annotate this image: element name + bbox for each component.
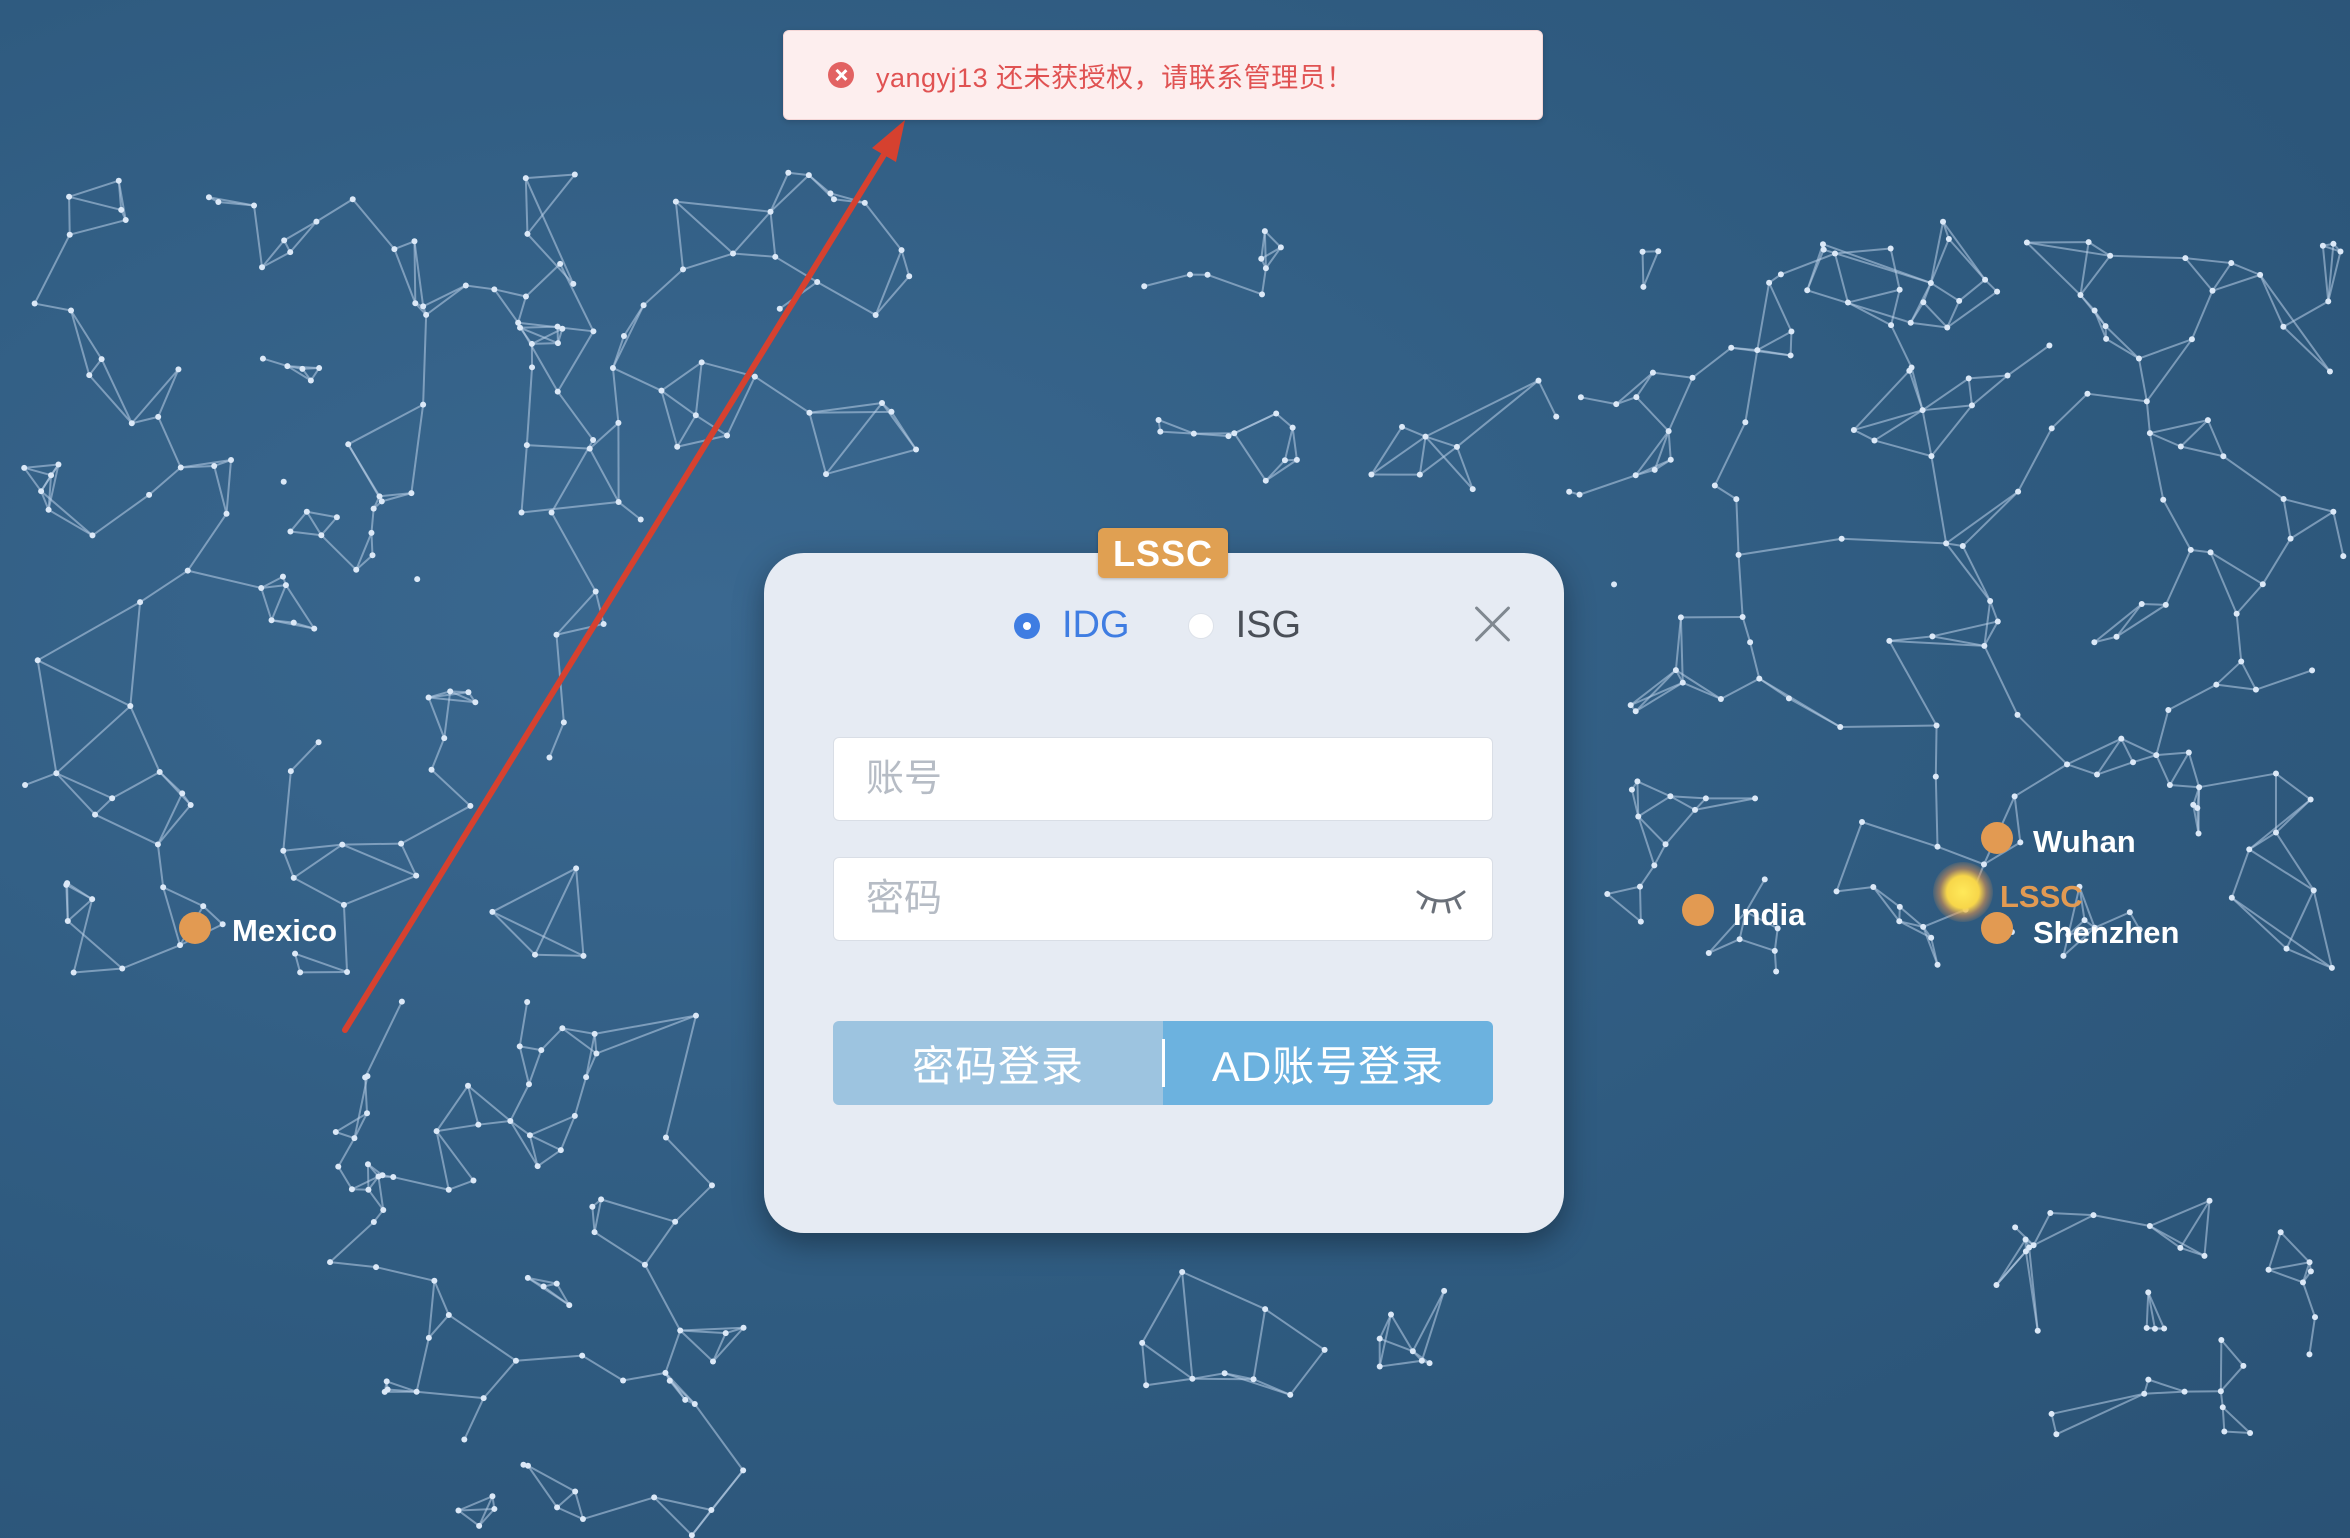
- org-radio-group: IDG ISG: [1014, 604, 1359, 647]
- map-marker-india: [1682, 894, 1714, 926]
- login-button-group: 密码登录 AD账号登录: [833, 1021, 1493, 1105]
- password-field: [833, 857, 1493, 941]
- ad-login-button[interactable]: AD账号登录: [1163, 1021, 1493, 1105]
- radio-label-idg[interactable]: IDG: [1062, 604, 1130, 647]
- radio-option-idg[interactable]: IDG: [1014, 604, 1130, 647]
- error-circle-icon: [828, 62, 854, 88]
- account-field: [833, 737, 1493, 821]
- radio-label-isg[interactable]: ISG: [1236, 604, 1301, 647]
- close-button[interactable]: [1470, 600, 1514, 644]
- error-toast: yangyj13 还未获授权，请联系管理员！: [783, 30, 1543, 120]
- map-marker-wuhan: [1981, 822, 2013, 854]
- radio-selected-icon[interactable]: [1014, 612, 1040, 639]
- radio-unselected-icon[interactable]: [1187, 612, 1214, 639]
- map-label-mexico: Mexico: [232, 913, 338, 948]
- map-label-wuhan: Wuhan: [2033, 824, 2136, 859]
- map-label-shenzhen: Shenzhen: [2033, 915, 2180, 950]
- account-input[interactable]: [864, 756, 1492, 802]
- eye-closed-icon[interactable]: [1414, 884, 1468, 914]
- map-marker-mexico: [179, 912, 211, 944]
- brand-badge: LSSC: [1098, 528, 1228, 578]
- button-divider: [1162, 1039, 1165, 1087]
- password-login-button[interactable]: 密码登录: [833, 1021, 1163, 1105]
- map-marker-lssc: [1933, 862, 1993, 922]
- map-label-india: India: [1733, 897, 1806, 932]
- map-label-lssc: LSSC: [2000, 879, 2083, 914]
- error-toast-message: yangyj13 还未获授权，请联系管理员！: [876, 62, 1354, 93]
- password-input[interactable]: [864, 876, 1414, 922]
- map-marker-shenzhen: [1981, 912, 2013, 944]
- radio-option-isg[interactable]: ISG: [1187, 604, 1301, 647]
